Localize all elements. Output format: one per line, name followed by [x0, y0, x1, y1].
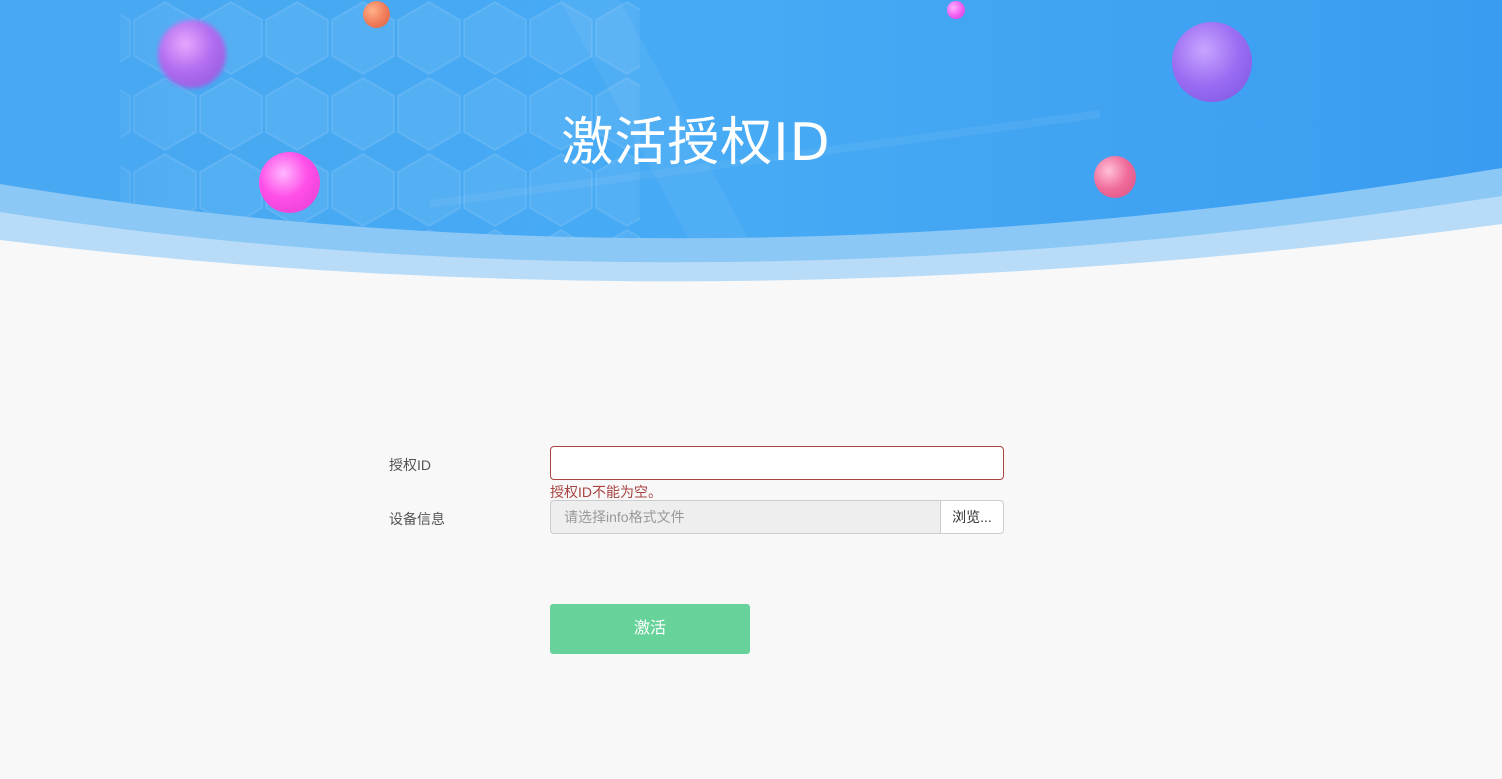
decorative-ball [947, 1, 965, 19]
decorative-ball [363, 1, 390, 28]
decorative-ball [1172, 22, 1252, 102]
activation-page: 激活授权ID 授权ID 授权ID不能为空。 设备信息 请选择info格式文件 浏… [0, 0, 1502, 779]
device-info-file-field[interactable]: 请选择info格式文件 [550, 500, 941, 534]
auth-id-label: 授权ID [389, 457, 431, 473]
page-title: 激活授权ID [561, 113, 831, 173]
browse-button[interactable]: 浏览... [940, 500, 1004, 534]
header-banner: 激活授权ID [0, 0, 1502, 290]
auth-id-error-message: 授权ID不能为空。 [550, 484, 662, 500]
activate-button[interactable]: 激活 [550, 604, 750, 654]
device-info-label: 设备信息 [389, 511, 445, 527]
auth-id-input[interactable] [550, 446, 1004, 480]
decorative-ball [158, 20, 226, 88]
